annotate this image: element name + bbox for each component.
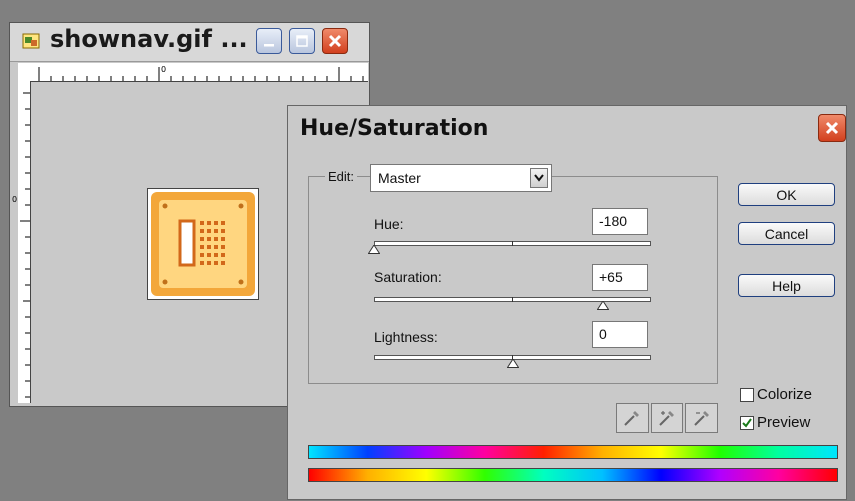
lightness-label: Lightness: bbox=[374, 329, 438, 345]
chevron-down-icon[interactable] bbox=[530, 168, 548, 188]
eyedropper-minus-icon[interactable] bbox=[685, 403, 719, 433]
horizontal-ruler bbox=[30, 63, 368, 82]
saturation-input[interactable]: +65 bbox=[592, 264, 648, 291]
ruler-zero-label-vertical: 0 bbox=[12, 195, 18, 204]
cancel-button[interactable]: Cancel bbox=[738, 222, 835, 245]
ok-button[interactable]: OK bbox=[738, 183, 835, 206]
colorize-label: Colorize bbox=[757, 386, 813, 403]
document-title: shownav.gif ... bbox=[50, 25, 248, 53]
close-icon bbox=[825, 121, 839, 135]
saturation-slider-thumb[interactable] bbox=[596, 301, 609, 310]
eyedropper-plus-icon[interactable] bbox=[650, 403, 684, 433]
input-color-bar bbox=[308, 445, 838, 459]
eyedropper-toolbar bbox=[616, 403, 720, 435]
hue-slider-thumb[interactable] bbox=[368, 245, 380, 254]
image-thumbnail bbox=[147, 188, 259, 300]
dialog-title: Hue/Saturation bbox=[300, 116, 489, 141]
edit-select[interactable]: Master bbox=[370, 164, 552, 192]
edit-group-box bbox=[308, 176, 718, 384]
lightness-input[interactable]: 0 bbox=[592, 321, 648, 348]
maximize-icon bbox=[296, 35, 308, 47]
minimize-icon bbox=[264, 44, 274, 47]
vertical-ruler bbox=[18, 81, 31, 403]
checkmark-icon bbox=[742, 417, 752, 428]
hue-saturation-dialog[interactable]: Hue/Saturation Edit: Master Hue: -180 Sa… bbox=[287, 105, 847, 500]
document-title-bar[interactable]: shownav.gif ... bbox=[10, 23, 369, 62]
saturation-label: Saturation: bbox=[374, 269, 442, 285]
preview-label: Preview bbox=[757, 414, 811, 431]
lightness-slider-thumb[interactable] bbox=[506, 359, 519, 368]
document-icon bbox=[22, 33, 40, 49]
hue-slider-track[interactable] bbox=[374, 241, 651, 246]
minimize-button[interactable] bbox=[256, 28, 282, 54]
calendar-icon bbox=[151, 192, 255, 296]
help-button[interactable]: Help bbox=[738, 274, 835, 297]
edit-select-value: Master bbox=[378, 170, 421, 186]
close-icon bbox=[328, 34, 342, 48]
preview-checkbox-row[interactable]: Preview bbox=[740, 414, 810, 431]
close-button[interactable] bbox=[322, 28, 348, 54]
hue-label: Hue: bbox=[374, 216, 404, 232]
ruler-zero-label-horizontal: 0 bbox=[161, 65, 167, 74]
preview-checkbox[interactable] bbox=[740, 415, 754, 430]
eyedropper-icon[interactable] bbox=[616, 403, 649, 433]
dialog-close-button[interactable] bbox=[818, 114, 846, 142]
output-color-bar bbox=[308, 468, 838, 482]
hue-input[interactable]: -180 bbox=[592, 208, 648, 235]
maximize-button[interactable] bbox=[289, 28, 315, 54]
colorize-checkbox-row[interactable]: Colorize bbox=[740, 386, 812, 403]
edit-label: Edit: bbox=[325, 169, 358, 184]
colorize-checkbox[interactable] bbox=[740, 387, 754, 402]
saturation-slider-track[interactable] bbox=[374, 297, 651, 302]
